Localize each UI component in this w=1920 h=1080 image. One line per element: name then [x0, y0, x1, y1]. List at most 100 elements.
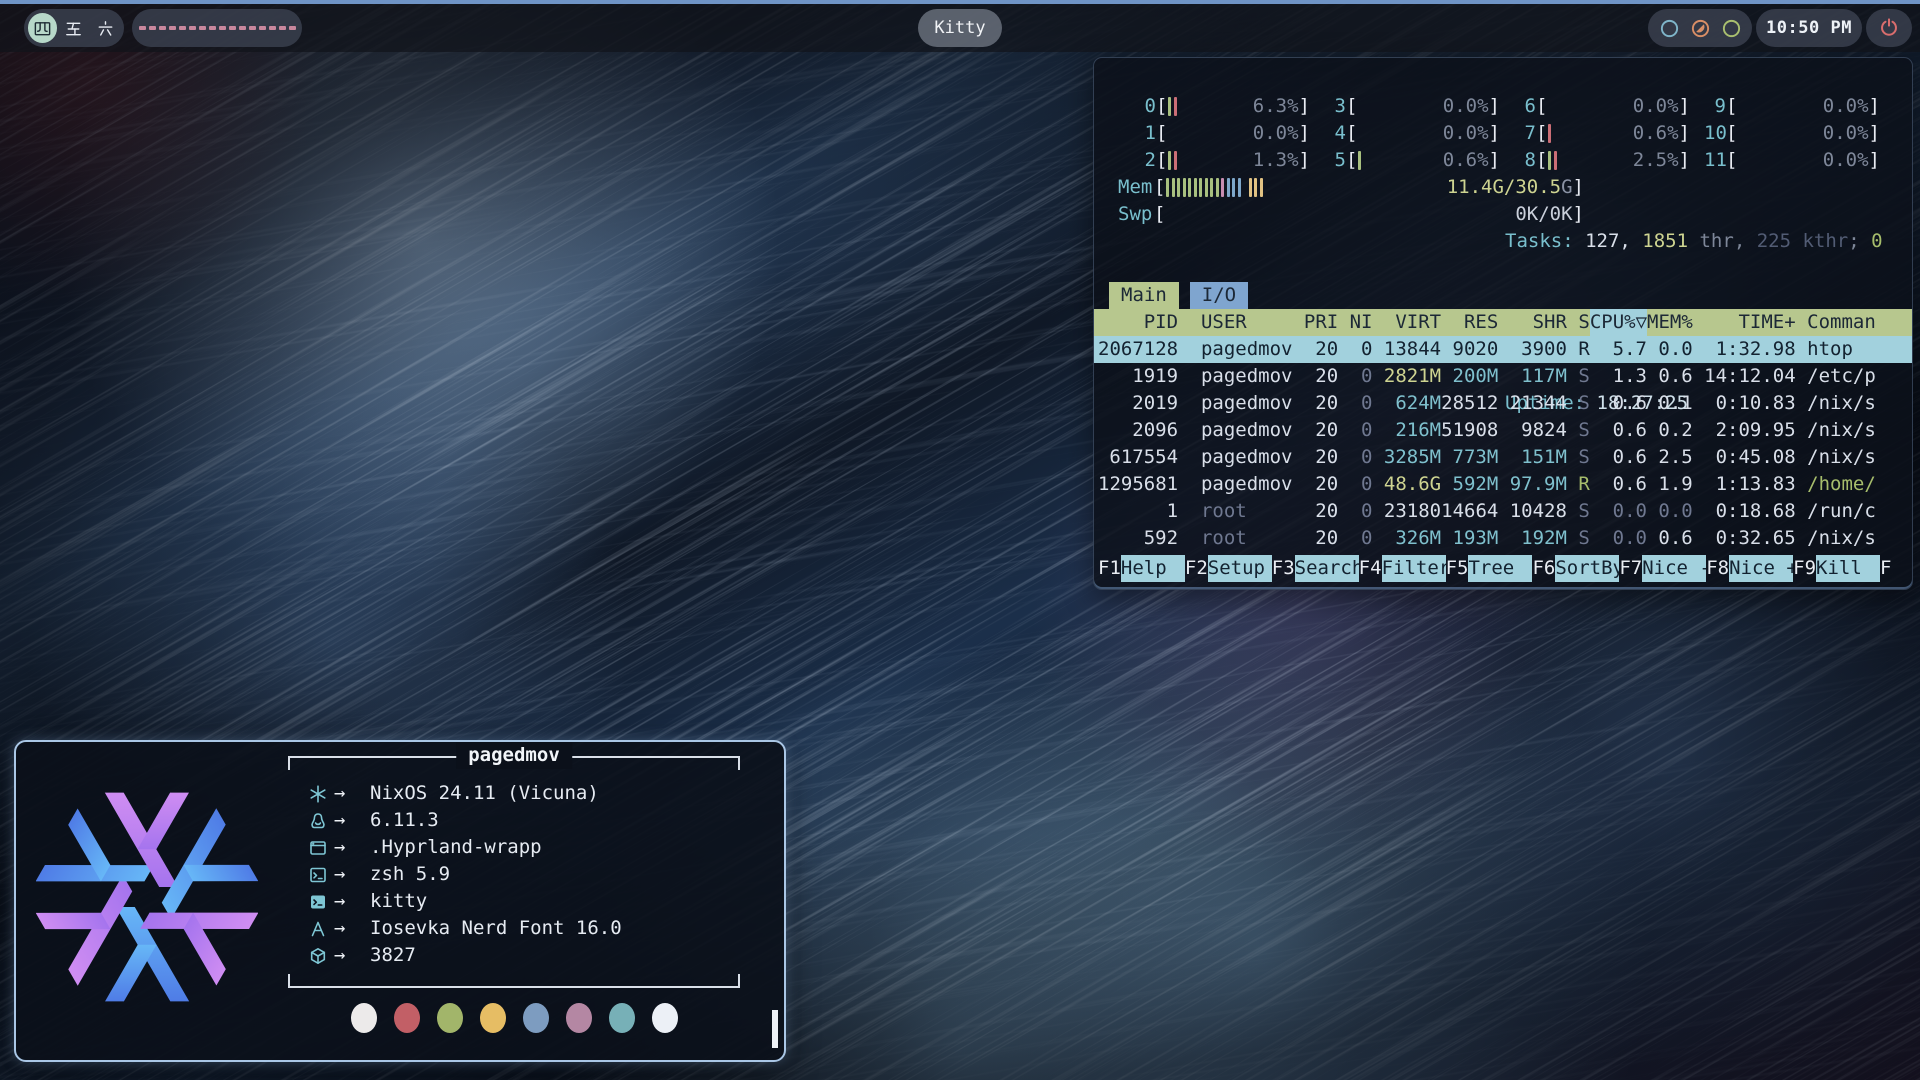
- fastfetch-window[interactable]: pagedmov → NixOS 24.11 (Vicuna) → 6.11.3: [14, 740, 786, 1062]
- cell-mem: 0.2: [1647, 417, 1693, 444]
- column-header-cpu[interactable]: CPU%▽: [1590, 309, 1647, 336]
- cpu-meter-7: 7[0.6%]: [1514, 120, 1704, 147]
- workspace-4[interactable]: [28, 13, 57, 43]
- fetch-username: pagedmov: [456, 742, 572, 769]
- kanji-six-icon: [96, 19, 115, 38]
- cell-time: 0:10.83: [1693, 390, 1796, 417]
- battery-indicator-icon[interactable]: [1721, 18, 1742, 39]
- cell-shr: 192M: [1498, 525, 1567, 552]
- network-indicator-icon[interactable]: [1659, 18, 1680, 39]
- cell-time: 2:09.95: [1693, 417, 1796, 444]
- cell-ni: 0: [1338, 525, 1372, 552]
- cell-pid: 617554: [1098, 444, 1178, 471]
- column-header-pid[interactable]: PID: [1098, 309, 1178, 336]
- column-header-cmd[interactable]: Comman: [1796, 309, 1913, 336]
- tab-io[interactable]: I/O: [1190, 282, 1248, 309]
- palette-dot: [394, 1003, 420, 1033]
- cell-res: 193M: [1441, 525, 1498, 552]
- cell-cmd: /nix/s: [1796, 444, 1913, 471]
- cell-cmd: htop: [1796, 336, 1913, 363]
- font-icon: [308, 919, 334, 939]
- column-header-mem[interactable]: MEM%: [1647, 309, 1693, 336]
- process-row[interactable]: 1295681pagedmov20048.6G592M97.9MR0.61.91…: [1094, 471, 1913, 498]
- cell-user: pagedmov: [1190, 471, 1304, 498]
- fetch-line-shell: → zsh 5.9: [308, 861, 622, 888]
- process-row[interactable]: 1919pagedmov2002821M200M117MS1.30.614:12…: [1094, 363, 1913, 390]
- fetch-line-packages: → 3827: [308, 942, 622, 969]
- fn-key-f[interactable]: F: [1880, 555, 1891, 582]
- fn-key-f7[interactable]: F7Nice -: [1619, 555, 1706, 582]
- fn-key-f9[interactable]: F9Kill: [1793, 555, 1880, 582]
- cpu-meter-6: 6[0.0%]: [1514, 93, 1704, 120]
- process-row[interactable]: 1root200231801466410428S0.00.00:18.68/ru…: [1094, 498, 1913, 525]
- fn-key-f5[interactable]: F5Tree: [1446, 555, 1533, 582]
- kernel-icon: [308, 811, 334, 831]
- process-row[interactable]: 592root200326M193M192MS0.00.60:32.65/nix…: [1094, 525, 1913, 552]
- cell-s: S: [1567, 390, 1590, 417]
- process-table: 2067128pagedmov2001384490203900R5.70.01:…: [1094, 336, 1913, 552]
- column-header-ni[interactable]: NI: [1338, 309, 1372, 336]
- fn-key-f4[interactable]: F4Filter: [1359, 555, 1446, 582]
- power-button[interactable]: [1866, 9, 1912, 47]
- column-header-res[interactable]: RES: [1441, 309, 1498, 336]
- column-header-time[interactable]: TIME+: [1693, 309, 1796, 336]
- arrow-icon: →: [334, 888, 370, 915]
- column-header-s[interactable]: S: [1567, 309, 1590, 336]
- cell-time: 1:32.98: [1693, 336, 1796, 363]
- column-header-shr[interactable]: SHR: [1498, 309, 1567, 336]
- cpu-meter-11: 11[0.0%]: [1704, 147, 1894, 174]
- nixos-logo: [36, 786, 258, 1008]
- tasks-line: Tasks: 127, 1851 thr, 225 kthr; 0: [1505, 228, 1883, 255]
- arrow-icon: →: [334, 780, 370, 807]
- cell-user: pagedmov: [1190, 390, 1304, 417]
- cell-res: 28512: [1441, 390, 1498, 417]
- fn-key-f2[interactable]: F2Setup: [1185, 555, 1272, 582]
- column-header-virt[interactable]: VIRT: [1373, 309, 1442, 336]
- cell-shr: 97.9M: [1498, 471, 1567, 498]
- music-dash: [239, 26, 246, 30]
- column-header-pri[interactable]: PRI: [1304, 309, 1338, 336]
- fetch-line-os: → NixOS 24.11 (Vicuna): [308, 780, 622, 807]
- cell-mem: 0.0: [1647, 498, 1693, 525]
- process-row[interactable]: 2096pagedmov200216M519089824S0.60.22:09.…: [1094, 417, 1913, 444]
- cell-shr: 9824: [1498, 417, 1567, 444]
- cell-cmd: /nix/s: [1796, 417, 1913, 444]
- status-bar: Kitty 10:50 PM: [0, 0, 1920, 52]
- process-row[interactable]: 2019pagedmov200624M2851221344S0.60.10:10…: [1094, 390, 1913, 417]
- cell-shr: 3900: [1498, 336, 1567, 363]
- packages-icon: [308, 946, 334, 966]
- tab-main[interactable]: Main: [1109, 282, 1179, 309]
- process-row[interactable]: 617554pagedmov2003285M773M151MS0.62.50:4…: [1094, 444, 1913, 471]
- cell-cpu: 1.3: [1590, 363, 1647, 390]
- system-indicators[interactable]: [1648, 9, 1752, 47]
- music-progress[interactable]: [132, 9, 302, 47]
- cell-user: pagedmov: [1190, 363, 1304, 390]
- fn-key-f6[interactable]: F6SortBy: [1532, 555, 1619, 582]
- cpu-meter-1: 1[0.0%]: [1134, 120, 1324, 147]
- cell-virt: 23180: [1373, 498, 1442, 525]
- workspace-5[interactable]: [59, 13, 88, 43]
- fn-key-f8[interactable]: F8Nice +: [1706, 555, 1793, 582]
- cell-cpu: 0.0: [1590, 525, 1647, 552]
- music-dash: [279, 26, 286, 30]
- htop-window[interactable]: 0[6.3%]3[0.0%]6[0.0%]9[0.0%]1[0.0%]4[0.0…: [1093, 57, 1913, 590]
- cpu-meter-8: 8[2.5%]: [1514, 147, 1704, 174]
- cell-s: S: [1567, 444, 1590, 471]
- arrow-icon: →: [334, 915, 370, 942]
- cell-res: 773M: [1441, 444, 1498, 471]
- workspace-switcher[interactable]: [24, 9, 124, 47]
- cell-s: S: [1567, 417, 1590, 444]
- fn-key-f3[interactable]: F3Search: [1272, 555, 1359, 582]
- cell-res: 200M: [1441, 363, 1498, 390]
- cell-pid: 1: [1098, 498, 1178, 525]
- nightlight-indicator-icon[interactable]: [1690, 18, 1711, 39]
- palette-dot: [480, 1003, 506, 1033]
- cell-mem: 0.6: [1647, 363, 1693, 390]
- cell-pri: 20: [1304, 471, 1338, 498]
- palette-dot: [566, 1003, 592, 1033]
- fn-key-f1[interactable]: F1Help: [1098, 555, 1185, 582]
- cell-cmd: /home/: [1796, 471, 1913, 498]
- process-row[interactable]: 2067128pagedmov2001384490203900R5.70.01:…: [1094, 336, 1913, 363]
- column-header-user[interactable]: USER: [1190, 309, 1304, 336]
- workspace-6[interactable]: [91, 13, 120, 43]
